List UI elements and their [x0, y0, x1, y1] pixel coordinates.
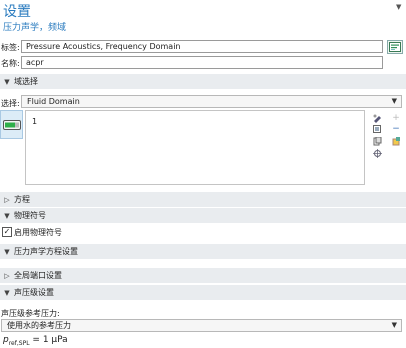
copy-icon[interactable]	[372, 124, 382, 134]
section-title: 域选择	[14, 77, 38, 86]
chevron-down-icon: ▼	[4, 212, 10, 220]
selection-value: Fluid Domain	[27, 97, 80, 106]
selection-toggle-button[interactable]	[0, 110, 23, 139]
form-edit-icon-glyph	[389, 42, 401, 52]
paste-icon[interactable]	[372, 113, 382, 123]
section-sound-pressure-level-settings[interactable]: ▼ 声压级设置	[0, 285, 406, 300]
chevron-down-icon: ▼	[391, 97, 397, 105]
selection-list[interactable]: 1	[25, 110, 365, 185]
enable-physics-symbols-label: 启用物理符号	[14, 228, 62, 237]
page-subtitle: 压力声学，频域	[3, 23, 67, 33]
section-title: 压力声学方程设置	[14, 247, 78, 256]
clear-icon[interactable]	[372, 136, 382, 146]
section-physics-symbols[interactable]: ▼ 物理符号	[0, 208, 406, 223]
pref-spl-readout: pref,SPL = 1 µPa	[3, 335, 68, 347]
chevron-down-icon: ▼	[4, 248, 10, 256]
label-field[interactable]: Pressure Acoustics, Frequency Domain	[21, 40, 383, 53]
selection-select[interactable]: Fluid Domain ▼	[21, 95, 402, 108]
section-title: 方程	[14, 195, 30, 204]
name-caption: 名称:	[1, 59, 20, 68]
minus-icon[interactable]: −	[391, 124, 401, 134]
section-title: 全局端口设置	[14, 271, 62, 280]
reference-pressure-select[interactable]: 使用水的参考压力 ▼	[1, 319, 402, 332]
section-title: 声压级设置	[14, 288, 54, 297]
pref-value: = 1 µPa	[32, 335, 68, 345]
collapse-toggle-icon[interactable]: ▼	[396, 3, 401, 11]
section-pressure-equation-settings[interactable]: ▼ 压力声学方程设置	[0, 244, 406, 259]
label-caption: 标签:	[1, 43, 20, 52]
list-item[interactable]: 1	[32, 117, 37, 126]
selection-caption: 选择:	[1, 99, 20, 108]
section-title: 物理符号	[14, 211, 46, 220]
selection-toggle-icon	[2, 119, 21, 130]
reference-pressure-caption: 声压级参考压力:	[1, 309, 60, 318]
chevron-down-icon: ▼	[4, 289, 10, 297]
chevron-down-icon: ▼	[4, 78, 10, 86]
create-selection-icon[interactable]	[391, 136, 401, 146]
enable-physics-symbols-checkbox[interactable]: ✓	[2, 227, 12, 237]
page-title: 设置	[3, 4, 31, 20]
check-icon: ✓	[3, 227, 11, 236]
section-domain-selection[interactable]: ▼ 域选择	[0, 74, 406, 89]
chevron-right-icon: ▷	[4, 272, 10, 280]
name-field[interactable]: acpr	[21, 56, 383, 69]
form-edit-icon[interactable]	[387, 40, 403, 54]
reference-pressure-value: 使用水的参考压力	[7, 321, 71, 330]
chevron-right-icon: ▷	[4, 196, 10, 204]
section-global-port-settings[interactable]: ▷ 全局端口设置	[0, 268, 406, 283]
zoom-to-selection-icon[interactable]	[372, 148, 382, 158]
plus-icon[interactable]: +	[391, 113, 401, 123]
chevron-down-icon: ▼	[391, 321, 397, 329]
section-equation[interactable]: ▷ 方程	[0, 192, 406, 207]
pref-subscript: ref,SPL	[8, 339, 30, 347]
